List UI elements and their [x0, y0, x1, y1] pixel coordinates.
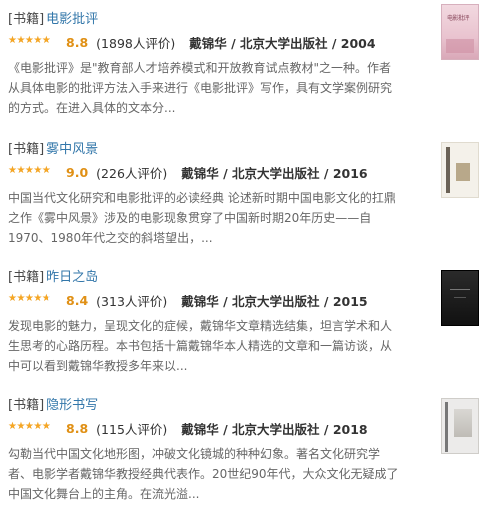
book-cover-image[interactable]: [441, 398, 479, 454]
result-item: [书籍] 电影批评 ★★★★★ ★★★★★ 8.8 (1898人评价) 戴锦华 /…: [8, 6, 477, 118]
rating-row: ★★★★★ ★★★★★ 8.8 (1898人评价) 戴锦华 / 北京大学出版社 /…: [8, 31, 477, 53]
book-title-link[interactable]: 雾中风景: [46, 138, 98, 157]
result-title-row: [书籍] 昨日之岛: [8, 264, 477, 286]
book-cover-image[interactable]: [441, 270, 479, 326]
rating-count: (115人评价): [96, 421, 168, 437]
result-title-row: [书籍] 雾中风景: [8, 136, 477, 158]
category-tag: [书籍]: [8, 397, 45, 413]
rating-row: ★★★★★ ★★★★★ 8.4 (313人评价) 戴锦华 / 北京大学出版社 / …: [8, 289, 477, 311]
category-tag: [书籍]: [8, 11, 45, 27]
book-meta: 戴锦华 / 北京大学出版社 / 2004: [189, 35, 376, 51]
book-title-link[interactable]: 昨日之岛: [46, 266, 98, 285]
rating-score: 9.0: [66, 164, 89, 180]
result-title-row: [书籍] 电影批评: [8, 6, 477, 28]
rating-row: ★★★★★ ★★★★★ 8.8 (115人评价) 戴锦华 / 北京大学出版社 / …: [8, 417, 477, 439]
book-cover-image[interactable]: 电影批评: [441, 4, 479, 60]
category-tag: [书籍]: [8, 141, 45, 157]
result-item: [书籍] 隐形书写 ★★★★★ ★★★★★ 8.8 (115人评价) 戴锦华 / …: [8, 392, 477, 504]
result-item: [书籍] 雾中风景 ★★★★★ ★★★★★ 9.0 (226人评价) 戴锦华 / …: [8, 136, 477, 248]
book-cover-image[interactable]: [441, 142, 479, 198]
book-meta: 戴锦华 / 北京大学出版社 / 2018: [181, 421, 368, 437]
book-description: 《电影批评》是"教育部人才培养模式和开放教育试点教材"之一种。作者从具体电影的批…: [8, 61, 393, 115]
result-item: [书籍] 昨日之岛 ★★★★★ ★★★★★ 8.4 (313人评价) 戴锦华 / …: [8, 264, 477, 376]
star-rating-icon: ★★★★★ ★★★★★: [8, 35, 51, 46]
star-rating-icon: ★★★★★ ★★★★★: [8, 421, 51, 432]
rating-count: (226人评价): [96, 165, 168, 181]
book-title-link[interactable]: 隐形书写: [46, 394, 98, 413]
book-meta: 戴锦华 / 北京大学出版社 / 2015: [181, 293, 368, 309]
book-description: 发现电影的魅力，呈现文化的症候，戴锦华文章精选结集，坦言学术和人生思考的心路历程…: [8, 319, 393, 373]
book-description: 中国当代文化研究和电影批评的必读经典 论述新时期中国电影文化的扛鼎之作《雾中风景…: [8, 191, 396, 245]
book-description: 勾勒当代中国文化地形图，冲破文化镜城的种种幻象。著名文化研究学者、电影学者戴锦华…: [8, 447, 399, 501]
cover-title: 电影批评: [447, 15, 470, 22]
star-rating-icon: ★★★★★ ★★★★★: [8, 293, 51, 304]
book-meta: 戴锦华 / 北京大学出版社 / 2016: [181, 165, 368, 181]
star-rating-icon: ★★★★★ ★★★★★: [8, 165, 51, 176]
rating-row: ★★★★★ ★★★★★ 9.0 (226人评价) 戴锦华 / 北京大学出版社 / …: [8, 161, 477, 183]
rating-score: 8.4: [66, 292, 89, 308]
rating-count: (1898人评价): [96, 35, 176, 51]
category-tag: [书籍]: [8, 269, 45, 285]
rating-score: 8.8: [66, 34, 89, 50]
rating-count: (313人评价): [96, 293, 168, 309]
result-title-row: [书籍] 隐形书写: [8, 392, 477, 414]
rating-score: 8.8: [66, 420, 89, 436]
book-title-link[interactable]: 电影批评: [46, 8, 98, 27]
